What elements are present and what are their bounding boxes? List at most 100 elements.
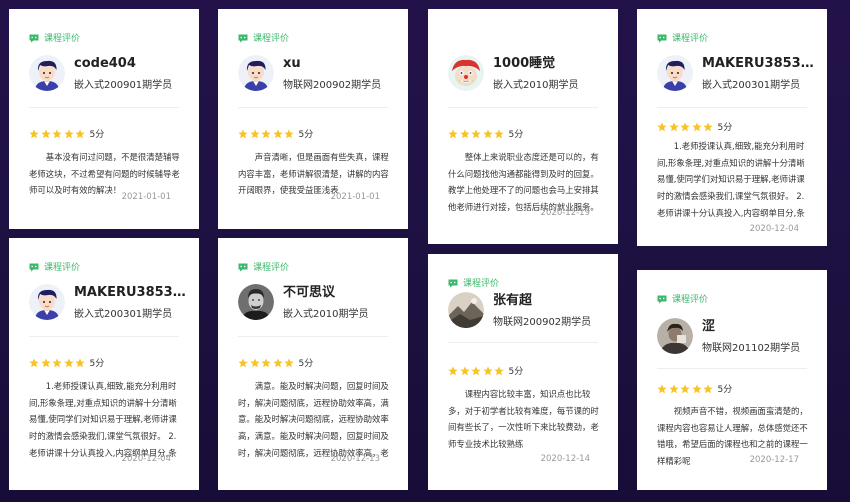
star-icon [703,383,713,393]
star-icon [680,121,690,131]
comment-icon [238,34,248,42]
review-date: 2020-12-04 [749,224,799,234]
review-date: 2021-01-01 [330,192,380,202]
user-class: 嵌入式200901期学员 [74,79,173,91]
user-name: 1000睡觉 [493,55,556,71]
review-content: 课程内容比较丰富，知识点也比较多，对于初学者比较有难度，每节课的时间有些长了，一… [448,389,599,450]
cartoon-boy-icon [29,55,65,91]
score: 5分 [298,130,314,140]
review-tag: 课程评价 [238,31,289,44]
divider [448,107,598,108]
star-rating: 5分 [657,382,732,395]
star-rating: 5分 [238,356,313,369]
clown-face-icon [448,55,484,91]
review-tag: 课程评价 [29,260,80,273]
user-class: 物联网201102期学员 [702,342,801,354]
star-icon [284,128,294,138]
star-icon [459,365,470,375]
user-name: MAKERU3853906... [702,55,815,71]
star-rating: 5分 [29,356,104,369]
avatar [448,55,484,91]
star-rating: 5分 [448,127,523,140]
star-icon [703,121,713,131]
user-class: 物联网200902期学员 [283,79,382,91]
star-icon [75,357,85,367]
star-rating: 5分 [29,127,104,140]
review-date: 2020-12-19 [540,208,590,218]
review-card: 课程评价 张有超 物联网200902期学员 5分 课程内容比较丰富，知识点也比较… [428,254,618,490]
user-name: 张有超 [493,292,533,308]
review-card: 课程评价 code404 嵌入式200901期学员 5分 基本没有问过问题，不是… [9,9,199,229]
star-icon [494,128,504,138]
star-icon [657,121,667,131]
user-name: xu [283,55,301,71]
star-rating: 5分 [238,127,313,140]
divider [29,336,179,337]
review-tag: 课程评价 [238,260,289,273]
star-icon [249,128,260,138]
review-tag: 课程评价 [657,31,708,44]
comment-icon [29,263,39,271]
review-card: 课程评价 MAKERU3853906... 嵌入式200301期学员 5分 1.… [9,238,199,490]
star-icon [668,383,679,393]
score: 5分 [298,359,314,369]
review-tag-label: 课程评价 [44,263,81,273]
review-tag-label: 课程评价 [253,263,290,273]
comment-icon [657,295,667,303]
star-icon [668,121,679,131]
star-icon [52,357,62,367]
review-card: 课程评价 xu 物联网200902期学员 5分 声音清晰，但是画面有些失真，课程… [218,9,408,229]
user-name: 涩 [702,318,716,334]
user-name: code404 [74,55,136,71]
avatar [29,284,65,320]
user-class: 嵌入式200301期学员 [702,79,801,91]
review-card: 课程评价 MAKERU3853906... 嵌入式200301期学员 5分 1.… [637,9,827,246]
cartoon-boy-icon [657,55,693,91]
review-card: 课程评价 涩 物联网201102期学员 5分 视频声音不错，视频画面蛮清楚的，课… [637,270,827,490]
avatar [657,55,693,91]
comment-icon [29,34,39,42]
star-icon [29,128,39,138]
star-icon [680,383,690,393]
review-tag-label: 课程评价 [253,34,290,44]
score: 5分 [717,123,733,133]
star-icon [63,128,74,138]
star-icon [261,357,271,367]
user-class: 物联网200902期学员 [493,316,592,328]
star-rating: 5分 [657,120,732,133]
review-tag-label: 课程评价 [463,279,500,289]
user-class: 嵌入式2010期学员 [493,79,579,91]
review-card: 1000睡觉 嵌入式2010期学员 5分 整体上来说职业态度还是可以的，有什么问… [428,9,618,244]
comment-icon [238,263,248,271]
divider [238,336,388,337]
avatar [238,55,274,91]
comment-icon [448,279,458,287]
score: 5分 [89,359,105,369]
review-tag: 课程评价 [448,276,499,289]
avatar [238,284,274,320]
review-date: 2020-12-13 [330,454,380,464]
user-name: 不可思议 [283,284,336,300]
person-photo-icon [657,318,693,354]
star-icon [471,365,481,375]
star-icon [448,365,458,375]
review-content: 满意。能及时解决问题，回复时间及时，解决问题彻底，远程协助效率高，满意。能及时解… [238,381,389,458]
review-date: 2020-12-14 [540,454,590,464]
review-date: 2020-12-17 [749,455,799,465]
star-icon [29,357,39,367]
star-icon [691,383,702,393]
review-date: 2021-01-01 [121,192,171,202]
star-icon [482,128,493,138]
score: 5分 [508,130,524,140]
star-icon [238,357,248,367]
review-tag-label: 课程评价 [672,295,709,305]
divider [29,107,179,108]
review-tag-label: 课程评价 [44,34,81,44]
star-icon [482,365,493,375]
star-icon [448,128,458,138]
star-icon [284,357,294,367]
star-icon [40,357,51,367]
cartoon-boy-icon [29,284,65,320]
star-icon [471,128,481,138]
divider [238,107,388,108]
